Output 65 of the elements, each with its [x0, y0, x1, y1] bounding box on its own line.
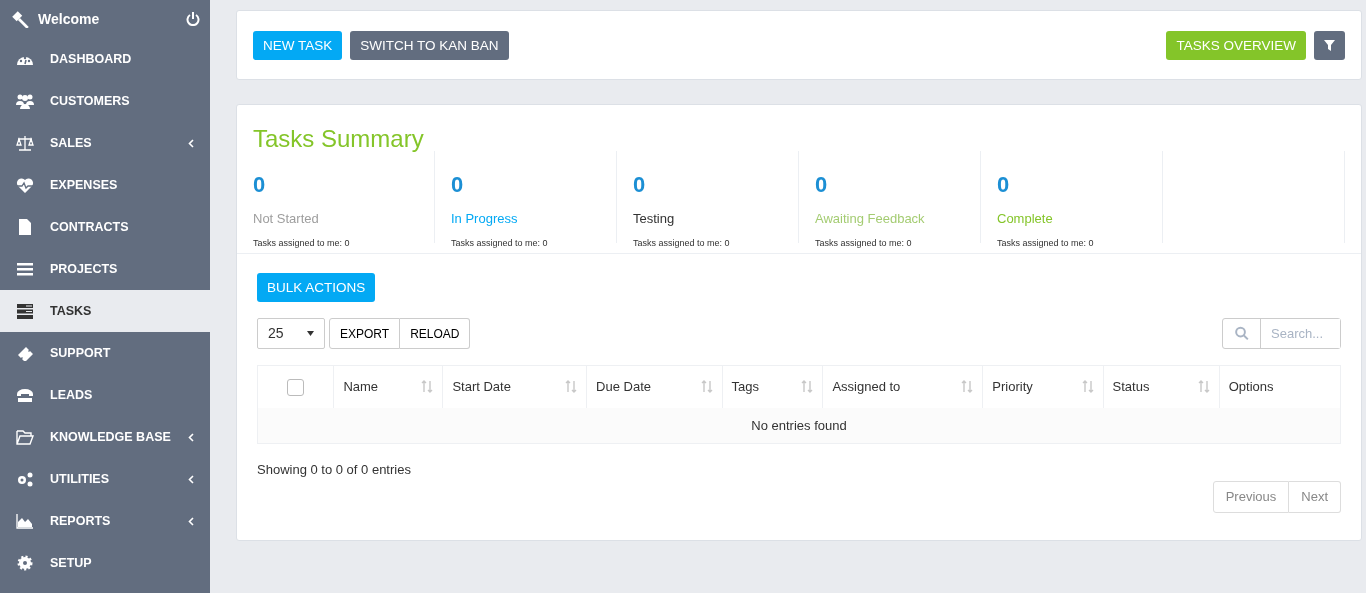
- list-icon: [16, 261, 34, 277]
- server-icon: [16, 303, 34, 319]
- assigned-count: Tasks assigned to me: 0: [451, 236, 549, 250]
- heartbeat-icon: [16, 177, 34, 193]
- sidebar-item[interactable]: CONTRACTS: [0, 206, 210, 248]
- column-header[interactable]: Status: [1103, 365, 1220, 408]
- sidebar-item[interactable]: EXPENSES: [0, 164, 210, 206]
- column-header[interactable]: Options: [1219, 365, 1341, 408]
- scale-icon: [16, 135, 34, 151]
- empty-message: No entries found: [257, 407, 1341, 444]
- toolbar-button[interactable]: NEW TASK: [253, 30, 343, 60]
- folder-icon: [16, 429, 34, 445]
- gear-icon: [16, 555, 34, 571]
- people-icon: [16, 93, 34, 109]
- sidebar-item[interactable]: DASHBOARD: [0, 38, 210, 80]
- sidebar-item[interactable]: CUSTOMERS: [0, 80, 210, 122]
- assigned-count: Tasks assigned to me: 0: [997, 236, 1095, 250]
- sidebar-item[interactable]: SETUP: [0, 542, 210, 584]
- column-header[interactable]: Name: [333, 365, 443, 408]
- search-field[interactable]: Search...: [1222, 318, 1341, 349]
- sidebar-item[interactable]: UTILITIES: [0, 458, 210, 500]
- table-info: Showing 0 to 0 of 0 entries: [257, 461, 412, 479]
- filter-icon: [1324, 40, 1335, 52]
- status-count: 0: [815, 171, 829, 199]
- column-header[interactable]: Assigned to: [822, 365, 983, 408]
- sidebar-item[interactable]: REPORTS: [0, 500, 210, 542]
- column-header[interactable]: Due Date: [586, 365, 723, 408]
- column-header[interactable]: Tags: [722, 365, 823, 408]
- gavel-icon: [10, 10, 30, 28]
- file-icon: [16, 219, 34, 235]
- page-length-select[interactable]: 25: [257, 318, 325, 349]
- status-count: 0: [997, 171, 1011, 199]
- area-chart-icon: [16, 513, 34, 529]
- gears-icon: [16, 471, 34, 487]
- status-label: Testing: [633, 210, 676, 228]
- status-label: In Progress: [451, 210, 519, 228]
- status-label: Not Started: [253, 210, 320, 228]
- assigned-count: Tasks assigned to me: 0: [633, 236, 731, 250]
- sidebar-item[interactable]: LEADS: [0, 374, 210, 416]
- table-button[interactable]: RELOAD: [400, 318, 471, 349]
- sidebar-item[interactable]: PROJECTS: [0, 248, 210, 290]
- power-icon[interactable]: [186, 12, 200, 26]
- sidebar-title: Welcome: [38, 9, 101, 29]
- status-label: Awaiting Feedback: [815, 210, 926, 228]
- assigned-count: Tasks assigned to me: 0: [815, 236, 913, 250]
- column-header[interactable]: Priority: [982, 365, 1104, 408]
- sidebar-item[interactable]: TASKS: [0, 290, 210, 332]
- caret-icon: [307, 331, 314, 336]
- sidebar-item[interactable]: SALES: [0, 122, 210, 164]
- ticket-icon: [16, 345, 34, 361]
- filter-button[interactable]: [1314, 30, 1345, 60]
- status-count: 0: [633, 171, 647, 199]
- status-label: Complete: [997, 210, 1054, 228]
- phone-icon: [16, 387, 34, 403]
- sidebar-item[interactable]: KNOWLEDGE BASE: [0, 416, 210, 458]
- toolbar-button[interactable]: SWITCH TO KAN BAN: [350, 30, 509, 60]
- sidebar-item[interactable]: SUPPORT: [0, 332, 210, 374]
- column-header[interactable]: Start Date: [442, 365, 587, 408]
- summary-title: Tasks Summary: [253, 124, 425, 154]
- select-all-checkbox[interactable]: [287, 379, 305, 397]
- table-button[interactable]: EXPORT: [329, 318, 401, 349]
- status-count: 0: [451, 171, 465, 199]
- assigned-count: Tasks assigned to me: 0: [253, 236, 351, 250]
- bulk-actions-button[interactable]: BULK ACTIONS: [257, 273, 376, 302]
- status-count: 0: [253, 171, 267, 199]
